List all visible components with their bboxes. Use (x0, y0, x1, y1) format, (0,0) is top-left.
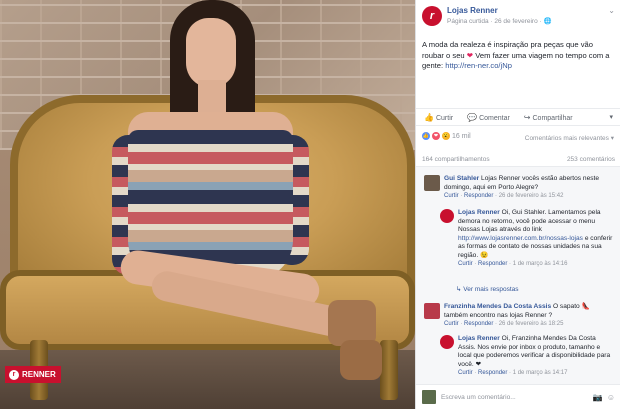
comment-reply-link[interactable]: Responder (464, 193, 493, 199)
comment-meta: Curtir · Responder · 26 de fevereiro às … (444, 193, 564, 199)
comment-meta: Curtir · Responder · 26 de fevereiro às … (444, 321, 564, 327)
comment-reply: Lojas Renner Oi, Franzinha Mendes Da Cos… (440, 335, 614, 376)
thumbs-up-icon: 👍 (424, 112, 434, 122)
avatar (422, 390, 436, 404)
emoji-icon[interactable]: ☺ (607, 393, 615, 402)
avatar[interactable] (440, 335, 454, 349)
share-label: Compartilhar (532, 114, 573, 122)
share-button[interactable]: ↪ Compartilhar (524, 113, 573, 122)
commenter-name[interactable]: Lojas Renner (458, 335, 500, 342)
comment-icon: 💬 (467, 112, 478, 122)
comment-input[interactable]: Escreva um comentário... (441, 394, 588, 401)
comment-time: 1 de março às 14:17 (512, 370, 568, 376)
comment-time: 26 de fevereiro às 18:25 (498, 321, 564, 327)
love-reaction-icon: ❤ (432, 132, 440, 140)
post-meta: Página curtida · 26 de fevereiro · 🌐 (447, 18, 552, 25)
reactions-count: 16 mil (452, 132, 471, 140)
commenter-name[interactable]: Franzinha Mendes Da Costa Assis (444, 303, 551, 310)
shoe (340, 340, 382, 380)
avatar[interactable] (424, 175, 440, 191)
like-label: Curtir (435, 114, 454, 122)
renner-logo-badge: r RENNER (5, 366, 61, 383)
camera-icon[interactable]: 📷 (593, 393, 603, 402)
comment-time: 1 de março às 14:16 (512, 261, 568, 267)
page-name[interactable]: Lojas Renner (447, 6, 552, 15)
comment-tools: 📷 ☺ (593, 393, 615, 402)
commenter-name[interactable]: Gui Stahler (444, 175, 479, 182)
avatar[interactable] (440, 209, 454, 223)
wow-reaction-icon: 😮 (442, 132, 450, 140)
post-actions: 👍 Curtir 💬 Comentar ↪ Compartilhar ▾ (416, 108, 620, 126)
comment-link[interactable]: http://www.lojasrenner.com.br/nossas-loj… (458, 235, 583, 242)
comment-label: Comentar (479, 114, 510, 122)
post-header: r Lojas Renner Página curtida · 26 de fe… (422, 6, 552, 26)
more-replies-link[interactable]: ↳ Ver mais respostas (456, 285, 519, 293)
like-button[interactable]: 👍 Curtir (424, 113, 453, 122)
comment-like-link[interactable]: Curtir (444, 193, 459, 199)
post-options-chevron-icon[interactable]: ⌄ (608, 6, 615, 15)
post-link[interactable]: http://ren-ner.co/jNp (445, 61, 512, 70)
commenter-name[interactable]: Lojas Renner (458, 209, 500, 216)
sofa-leg (380, 340, 398, 400)
page-avatar[interactable]: r (422, 6, 442, 26)
reactions-summary[interactable]: 👍 ❤ 😮 16 mil (422, 132, 471, 140)
renner-r-icon: r (9, 369, 19, 380)
model-face (186, 18, 236, 88)
comment-reply-link[interactable]: Responder (478, 370, 507, 376)
comment-reply-link[interactable]: Responder (464, 321, 493, 327)
comment-like-link[interactable]: Curtir (458, 370, 473, 376)
comment-sort-dropdown[interactable]: Comentários mais relevantes ▾ (525, 134, 614, 142)
comment-body: Lojas Renner Oi, Franzinha Mendes Da Cos… (458, 335, 614, 369)
avatar[interactable] (424, 303, 440, 319)
like-reaction-icon: 👍 (422, 132, 430, 140)
post-counts: 164 compartilhamentos 253 comentários (422, 156, 615, 163)
shares-count[interactable]: 164 compartilhamentos (422, 156, 490, 163)
comment-button[interactable]: 💬 Comentar (467, 113, 510, 122)
comments-section: Gui Stahler Lojas Renner vocês estão abe… (416, 166, 620, 384)
comment-meta: Curtir · Responder · 1 de março às 14:16 (458, 261, 568, 267)
comments-count[interactable]: 253 comentários (567, 156, 615, 163)
post-photo[interactable]: r RENNER (0, 0, 415, 409)
comment-reply: Lojas Renner Oi, Gui Stahler. Lamentamos… (440, 209, 614, 267)
comment-time: 26 de fevereiro às 15:42 (498, 193, 564, 199)
comment-meta: Curtir · Responder · 1 de março às 14:17 (458, 370, 568, 376)
comment-body: Lojas Renner Oi, Gui Stahler. Lamentamos… (458, 209, 614, 260)
heart-emoji-icon: ❤ (466, 50, 474, 60)
post-text: A moda da realeza é inspiração pra peças… (422, 40, 614, 72)
post-side-panel: r Lojas Renner Página curtida · 26 de fe… (415, 0, 620, 409)
comment-like-link[interactable]: Curtir (458, 261, 473, 267)
comment: Gui Stahler Lojas Renner vocês estão abe… (424, 175, 614, 199)
renner-badge-label: RENNER (22, 370, 56, 379)
page-selector-button[interactable]: ▾ (609, 113, 613, 121)
share-icon: ↪ (523, 112, 531, 122)
comment-body: Franzinha Mendes Da Costa Assis O sapato… (444, 303, 614, 320)
facebook-photo-viewer: r RENNER r Lojas Renner Página curtida ·… (0, 0, 620, 409)
comment-reply-link[interactable]: Responder (478, 261, 507, 267)
comment: Franzinha Mendes Da Costa Assis O sapato… (424, 303, 614, 327)
write-comment-bar: Escreva um comentário... 📷 ☺ (416, 384, 620, 409)
comment-like-link[interactable]: Curtir (444, 321, 459, 327)
comment-body: Gui Stahler Lojas Renner vocês estão abe… (444, 175, 614, 192)
